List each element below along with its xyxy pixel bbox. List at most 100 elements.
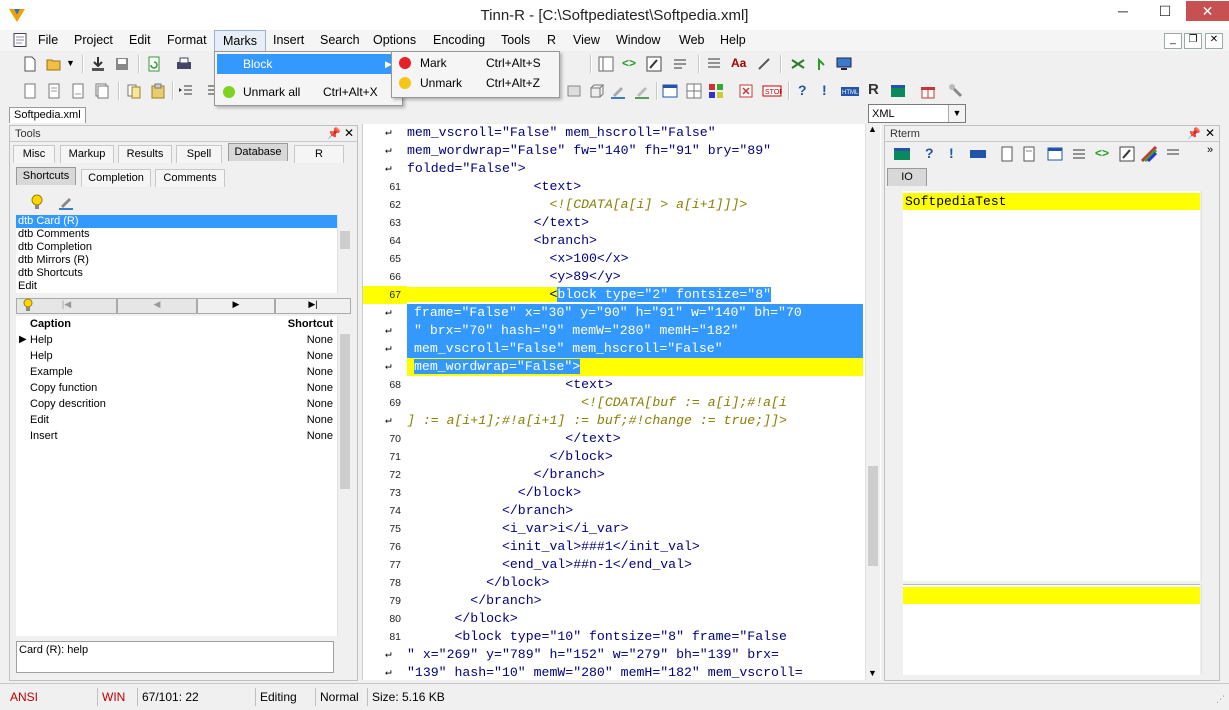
code-line[interactable]: 62 <![CDATA[a[i] > a[i+1]]]> [363,196,879,214]
code-line[interactable]: ↵ " x="269" y="789" h="152" w="279" bh="1… [363,646,879,664]
table-row[interactable]: Copy function None [16,380,351,396]
menu-format[interactable]: Format [167,33,207,47]
code-line[interactable]: 73 </block> [363,484,879,502]
caption-column-header[interactable]: Caption [30,316,71,332]
page-stack-icon[interactable] [94,83,110,99]
document-edit-icon[interactable] [1021,146,1037,162]
list-item[interactable]: dtb Shortcuts [16,267,351,280]
editor-scrollbar[interactable]: ▲ ▼ [865,124,880,680]
code-line[interactable]: ↵ folded="False"> [363,160,879,178]
code-line[interactable]: 74 </branch> [363,502,879,520]
code-line[interactable]: ↵ mem_wordwrap="False" fw="140" fh="91" b… [363,142,879,160]
scroll-thumb[interactable] [868,466,878,566]
shuffle-icon[interactable] [790,56,806,72]
table-row[interactable]: Copy descrition None [16,396,351,412]
edit-pen-icon[interactable] [1119,146,1135,162]
open-folder-icon[interactable] [46,56,62,72]
rterm-output-scrollbar[interactable] [1201,191,1216,581]
close-button[interactable]: ✕ [1186,1,1229,21]
tools-wrench-icon[interactable] [948,83,964,99]
syntax-highlighter-select[interactable]: XML ▼ [868,104,966,123]
rterm-output[interactable]: SoftpediaTest [903,191,1200,581]
more-chevron-icon[interactable]: » [1207,144,1213,156]
save-all-icon[interactable] [114,56,130,72]
lightbulb-icon[interactable] [22,298,34,312]
mdi-restore-button[interactable]: ❐ [1184,33,1202,49]
console-icon[interactable] [890,83,906,99]
rterm-input-line[interactable] [903,587,1200,604]
format-lines-icon[interactable] [706,56,722,72]
scroll-down-icon[interactable]: ▼ [868,668,877,678]
code-line[interactable]: 69 <![CDATA[buf := a[i];#!a[i [363,394,879,412]
gift-icon[interactable] [920,83,936,99]
info-exclamation-icon[interactable]: ! [949,145,954,161]
code-line[interactable]: 80 </block> [363,610,879,628]
page-lines-icon[interactable] [46,83,62,99]
grid-scrollbar[interactable] [337,316,352,636]
tab-io[interactable]: IO [887,168,927,186]
code-line[interactable]: 72 </branch> [363,466,879,484]
edit-pen-icon[interactable] [58,194,74,210]
r-icon[interactable]: R [868,81,879,98]
code-line[interactable]: ↵] := a[i+1];#!a[i+1] := buf;#!change :=… [363,412,879,430]
table-row[interactable]: Edit None [16,412,351,428]
code-line[interactable]: 78 </block> [363,574,879,592]
table-row[interactable]: Example None [16,364,351,380]
list-item[interactable]: dtb Completion [16,241,351,254]
code-line[interactable]: 65 <x>100</x> [363,250,879,268]
maximize-button[interactable]: ☐ [1148,1,1182,23]
window-icon[interactable] [662,83,678,99]
highlight-pen-icon[interactable] [610,83,626,99]
mdi-close-button[interactable]: ✕ [1205,33,1223,49]
code-line[interactable]: 77 <end_val>##n-1</end_val> [363,556,879,574]
list-item[interactable]: dtb Card (R) [16,215,351,228]
list-item[interactable]: dtb Comments [16,228,351,241]
menu-encoding[interactable]: Encoding [433,33,485,47]
close-icon[interactable]: ✕ [1205,126,1215,140]
pin-icon[interactable]: 📌 [1187,127,1201,140]
jump-icon[interactable] [814,56,830,72]
next-record-icon[interactable]: ▶ [197,298,275,314]
reload-icon[interactable] [146,56,162,72]
chevron-down-icon[interactable]: ▼ [948,105,965,122]
save-icon[interactable] [90,56,106,72]
help-description-box[interactable]: Card (R): help [16,641,334,673]
table-row[interactable]: Insert None [16,428,351,444]
code-line[interactable]: ↵ frame="False" x="30" y="90" h="91" w="1… [385,304,863,322]
menu-insert[interactable]: Insert [273,33,304,47]
code-line[interactable]: 61 <text> [363,178,879,196]
menu-help[interactable]: Help [720,33,746,47]
menu-project[interactable]: Project [74,33,113,47]
tab-results[interactable]: Results [118,145,172,163]
case-icon[interactable]: Aa [731,56,746,70]
last-record-icon[interactable]: ▶| [275,298,351,314]
minimize-button[interactable]: ─ [1106,1,1140,23]
document-icon[interactable] [12,33,28,47]
markup-tag-icon[interactable]: <> [622,56,636,70]
code-line[interactable]: 67 <block type="2" fontsize="8" [363,286,879,304]
lightbulb-icon[interactable] [30,194,44,210]
subtab-completion[interactable]: Completion [81,169,151,187]
comment-lines-icon[interactable] [1165,146,1181,162]
cube-icon[interactable] [588,83,604,99]
code-line[interactable]: ↵ "139" hash="10" memW="280" memH="182" m… [363,664,879,682]
code-line[interactable]: 64 <branch> [363,232,879,250]
markup-tag-icon[interactable]: <> [1095,146,1109,160]
color-blocks-icon[interactable] [708,83,724,99]
menu-file[interactable]: File [38,33,58,47]
code-line[interactable]: ↵ mem_vscroll="False" mem_hscroll="False" [363,124,879,142]
tab-misc[interactable]: Misc [13,145,55,163]
table-row[interactable]: ▶ Help None [16,332,351,348]
document-tab[interactable]: Softpedia.xml [9,107,86,123]
code-line[interactable]: 79 </branch> [363,592,879,610]
menu-edit[interactable]: Edit [129,33,151,47]
indent-icon[interactable] [178,83,194,99]
code-line[interactable]: ↵ " brx="70" hash="9" memW="280" memH="18… [385,322,863,340]
new-file-icon[interactable] [22,56,38,72]
list-scrollbar[interactable] [337,215,352,293]
console-icon[interactable] [893,146,911,162]
code-line[interactable]: ↵ mem_wordwrap="False"> [385,358,863,376]
rterm-input-scrollbar[interactable] [1201,584,1216,674]
html-icon[interactable]: HTML [840,83,860,99]
menu-r[interactable]: R [547,33,556,47]
